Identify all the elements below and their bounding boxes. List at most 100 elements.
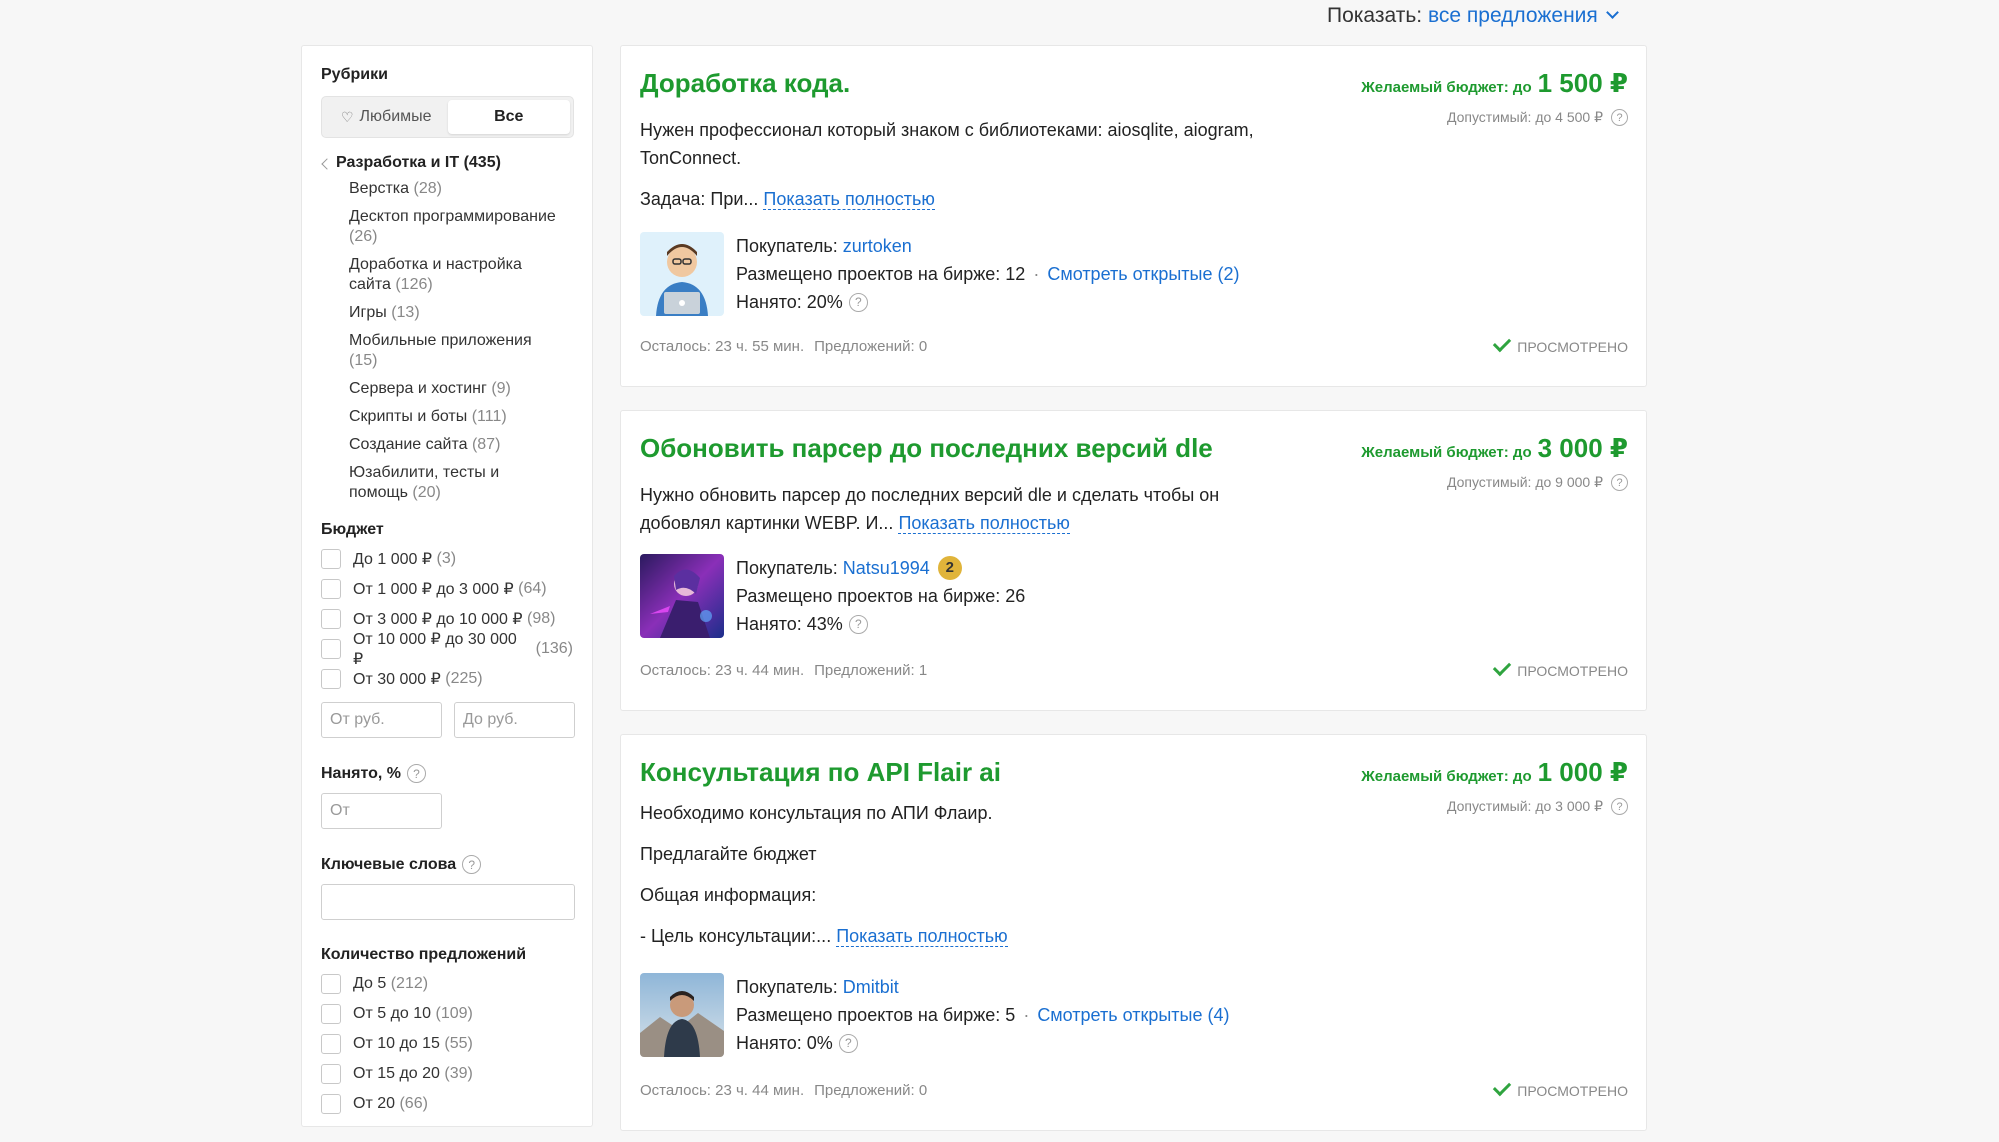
category-item[interactable]: Игры (13) [349, 303, 559, 323]
buyer-link[interactable]: zurtoken [843, 236, 912, 256]
time-left: Осталось: 23 ч. 55 мин. [640, 338, 805, 355]
keywords-title-label: Ключевые слова [321, 855, 457, 873]
keywords-input[interactable] [321, 884, 575, 920]
checkbox[interactable] [321, 638, 341, 659]
help-icon[interactable]: ? [1611, 474, 1628, 491]
budget-option[interactable]: От 1 000 ₽ до 3 000 ₽ (64) [321, 578, 573, 599]
rubrics-title: Рубрики [321, 66, 388, 83]
offers-option[interactable]: От 15 до 20 (39) [321, 1063, 573, 1084]
avatar[interactable] [640, 973, 724, 1057]
offers-option[interactable]: От 10 до 15 (55) [321, 1033, 573, 1054]
category-item[interactable]: Десктоп программирование (26) [349, 207, 559, 247]
rubrics-toggle: ♡ Любимые Все [321, 96, 574, 138]
project-card: Обоновить парсер до последних версий dle… [620, 410, 1647, 711]
time-left: Осталось: 23 ч. 44 мин. [640, 662, 805, 679]
checkbox[interactable] [321, 1093, 341, 1114]
category-item[interactable]: Верстка (28) [349, 179, 559, 199]
filters-sidebar: Рубрики ♡ Любимые Все Разработка и IT (43… [301, 45, 593, 1127]
show-filter-dropdown[interactable]: все предложения [1428, 4, 1598, 27]
open-projects-link[interactable]: Смотреть открытые (4) [1037, 1005, 1229, 1025]
budget-max: Допустимый: до 3 000 ₽ [1446, 798, 1603, 814]
project-title[interactable]: Доработка кода. [640, 68, 850, 99]
help-icon[interactable]: ? [1611, 798, 1628, 815]
hired-from-input[interactable] [321, 793, 442, 829]
offers-count: Предложений: 0 [814, 338, 928, 355]
hired-label: Нанято: [736, 1033, 802, 1053]
project-footer: Осталось: 23 ч. 44 мин. Предложений: 1 ПР… [640, 657, 1628, 679]
checkbox[interactable] [321, 1063, 341, 1084]
project-title[interactable]: Консультация по API Flair ai [640, 757, 1001, 788]
help-icon[interactable]: ? [848, 292, 868, 312]
viewed-label: ПРОСМОТРЕНО [1517, 338, 1628, 355]
category-root-label: Разработка и IT [336, 154, 460, 171]
budget-label: Желаемый бюджет: до [1361, 444, 1532, 461]
hired-value: 0% [806, 1033, 833, 1053]
posted-label: Размещено проектов на бирже: [736, 586, 1001, 606]
help-icon[interactable]: ? [838, 1033, 858, 1053]
chevron-down-icon[interactable] [1605, 6, 1619, 19]
viewed-status: ПРОСМОТРЕНО [1493, 657, 1628, 679]
checkbox[interactable] [321, 973, 341, 994]
help-icon[interactable]: ? [462, 855, 482, 874]
category-item[interactable]: Скрипты и боты (111) [349, 407, 559, 427]
time-left: Осталось: 23 ч. 44 мин. [640, 1082, 805, 1099]
toggle-all[interactable]: Все [447, 100, 570, 134]
project-budget: Желаемый бюджет: до 3 000 ₽ Допустимый: д… [1361, 433, 1628, 491]
budget-option[interactable]: До 1 000 ₽ (3) [321, 548, 573, 569]
budget-amount: 1 000 ₽ [1537, 757, 1628, 787]
category-item[interactable]: Юзабилити, тесты и помощь (20) [349, 463, 559, 503]
budget-option[interactable]: От 10 000 ₽ до 30 000 ₽ (136) [321, 631, 573, 668]
budget-option[interactable]: От 30 000 ₽ (225) [321, 668, 573, 689]
budget-filter-list: До 1 000 ₽ (3) От 1 000 ₽ до 3 000 ₽ (64… [321, 548, 573, 689]
help-icon[interactable]: ? [406, 764, 426, 783]
checkbox[interactable] [321, 608, 341, 629]
offers-option[interactable]: От 20 (66) [321, 1093, 573, 1114]
budget-range [321, 702, 575, 738]
budget-from-input[interactable] [321, 702, 442, 738]
help-icon[interactable]: ? [1611, 109, 1628, 126]
category-item[interactable]: Сервера и хостинг (9) [349, 379, 559, 399]
buyer-link[interactable]: Natsu1994 [843, 554, 930, 582]
project-budget: Желаемый бюджет: до 1 000 ₽ Допустимый: д… [1361, 757, 1628, 815]
toggle-favorites[interactable]: ♡ Любимые [325, 100, 448, 134]
level-badge: 2 [937, 556, 962, 580]
help-icon[interactable]: ? [848, 614, 868, 634]
category-item[interactable]: Доработка и настройка сайта (126) [349, 255, 559, 295]
category-root[interactable]: Разработка и IT (435) [321, 154, 573, 172]
budget-option[interactable]: От 3 000 ₽ до 10 000 ₽ (98) [321, 608, 573, 629]
show-full-link[interactable]: Показать полностью [763, 189, 935, 210]
category-item[interactable]: Мобильные приложения (15) [349, 331, 559, 371]
offers-option[interactable]: От 5 до 10 (109) [321, 1003, 573, 1024]
viewed-status: ПРОСМОТРЕНО [1493, 333, 1628, 355]
hired-label: Нанято: [736, 292, 802, 312]
desc-paragraph: Предлагайте бюджет [640, 844, 817, 864]
posted-count: 12 [1005, 264, 1026, 284]
offers-count: Предложений: 0 [814, 1082, 928, 1099]
checkbox[interactable] [321, 1033, 341, 1054]
buyer-info: Покупатель: Natsu1994 2 Размещено проекто… [736, 554, 1025, 638]
chevron-left-icon[interactable] [321, 158, 333, 170]
checkbox[interactable] [321, 578, 341, 599]
heart-icon: ♡ [340, 108, 354, 125]
project-card: Доработка кода. Желаемый бюджет: до 1 500… [620, 45, 1647, 387]
buyer-link[interactable]: Dmitbit [843, 977, 899, 997]
budget-to-input[interactable] [454, 702, 575, 738]
budget-max: Допустимый: до 4 500 ₽ [1446, 109, 1603, 125]
open-projects-link[interactable]: Смотреть открытые (2) [1047, 264, 1239, 284]
show-full-link[interactable]: Показать полностью [898, 513, 1070, 534]
desc-paragraph: Задача: При... [640, 189, 759, 209]
show-label: Показать: [1327, 4, 1423, 27]
project-title[interactable]: Обоновить парсер до последних версий dle [640, 433, 1213, 464]
checkbox[interactable] [321, 548, 341, 569]
avatar[interactable] [640, 554, 724, 638]
avatar[interactable] [640, 232, 724, 316]
offers-title: Количество предложений [321, 946, 527, 963]
posted-count: 26 [1005, 586, 1026, 606]
checkbox[interactable] [321, 1003, 341, 1024]
show-full-link[interactable]: Показать полностью [836, 926, 1008, 947]
offers-option[interactable]: До 5 (212) [321, 973, 573, 994]
budget-amount: 3 000 ₽ [1537, 433, 1628, 463]
budget-label: Желаемый бюджет: до [1361, 768, 1532, 785]
category-item[interactable]: Создание сайта (87) [349, 435, 559, 455]
checkbox[interactable] [321, 668, 341, 689]
